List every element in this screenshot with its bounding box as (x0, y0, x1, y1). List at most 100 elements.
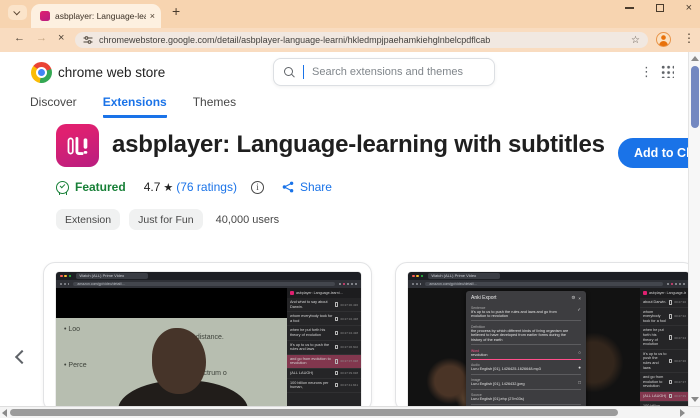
copy-icon (334, 302, 339, 307)
copy-icon (668, 300, 673, 305)
subtitle-row: (ALL LAUGH) 00:27:39 (640, 391, 689, 402)
window-controls: × (624, 3, 692, 14)
mini-screenshot-1: Watch (ALL) Prime Video amazon.com/gp/vi… (56, 272, 361, 411)
featured-badge: Featured (75, 180, 126, 194)
asbplayer-sidebar: asbplayer: Language-learni… And what to … (287, 288, 361, 411)
gear-icon: ⚙ (571, 295, 576, 300)
scroll-left-arrow[interactable] (2, 409, 7, 417)
stop-button[interactable]: × (58, 32, 64, 44)
store-title[interactable]: chrome web store (58, 65, 165, 80)
anki-field: Image Luru English [01], 1426432.jpeg □ (471, 377, 581, 390)
browser-toolbar: ← → × chromewebstore.google.com/detail/a… (0, 28, 700, 52)
extension-icon (56, 124, 99, 167)
copy-icon (334, 382, 339, 388)
tab-discover[interactable]: Discover (30, 95, 77, 118)
tab-extensions[interactable]: Extensions (102, 95, 167, 118)
asbplayer-mini-icon (290, 291, 294, 295)
mini-url: amazon.com/gp/video/detail/… (73, 281, 335, 287)
anki-export-dialog: Anki Export ⚙ × Sentence It's up to us t… (466, 291, 586, 411)
copy-icon (334, 370, 339, 376)
mini-url: amazon.com/gp/video/detail/… (425, 281, 663, 287)
asbplayer-sidebar: asbplayer: Language-learni… about Darwin… (640, 288, 689, 411)
tab-close-icon[interactable]: × (150, 11, 155, 21)
screenshot-card-2[interactable]: Watch (ALL) Prime Video amazon.com/gp/vi… (395, 262, 695, 412)
scroll-up-arrow[interactable] (691, 56, 699, 61)
minimize-button[interactable] (624, 7, 634, 9)
chip-just-for-fun[interactable]: Just for Fun (129, 209, 203, 230)
mac-window-dots (412, 274, 424, 278)
store-menu-icon[interactable]: ⋮ (640, 64, 653, 80)
subtitle-row: whom everybody took for a fool 00:27:32 (640, 308, 689, 327)
apps-grid-icon[interactable] (660, 64, 674, 78)
carousel-prev-icon[interactable] (14, 349, 30, 365)
copy-icon (334, 316, 339, 322)
mini-tab: Watch (ALL) Prime Video (76, 273, 149, 279)
screenshot-card-1[interactable]: Watch (ALL) Prime Video amazon.com/gp/vi… (43, 262, 372, 412)
forward-button[interactable]: → (36, 32, 47, 44)
copy-icon (668, 314, 673, 319)
chips-row: Extension Just for Fun 40,000 users (56, 209, 279, 230)
anki-field: Definition the process by which differen… (471, 323, 581, 346)
store-search[interactable] (273, 58, 495, 86)
chip-extension[interactable]: Extension (56, 209, 121, 230)
store-nav: Discover Extensions Themes (30, 95, 236, 118)
horizontal-scroll-thumb[interactable] (10, 409, 618, 416)
browser-window: asbplayer: Language-learning w × + × ← →… (0, 0, 700, 418)
copy-icon (334, 344, 339, 350)
tab-strip: asbplayer: Language-learning w × + × (0, 0, 700, 28)
close-window-button[interactable]: × (686, 3, 692, 14)
text-caret (303, 65, 304, 79)
page-title: asbplayer: Language-learning with subtit… (112, 131, 605, 158)
copy-icon (668, 335, 673, 340)
maximize-button[interactable] (655, 4, 664, 12)
copy-icon (668, 358, 673, 364)
featured-badge-icon (56, 180, 69, 195)
tab-themes[interactable]: Themes (193, 95, 236, 118)
anki-field: Sentence It's up to us to push the rules… (471, 304, 581, 322)
anki-fields: Sentence It's up to us to push the rules… (471, 304, 581, 405)
ratings-count-link[interactable]: (76 ratings) (176, 180, 237, 194)
asbplayer-favicon (40, 11, 50, 21)
subtitle-row: and go from evolution to revolution 00:27… (640, 373, 689, 392)
subtitle-row: whom everybody took for a fool 00:27:32.4… (287, 312, 361, 327)
video-frame: • Loo rom a distance. • Perce roader spe… (56, 288, 287, 411)
search-icon (284, 66, 295, 78)
subtitle-row: It's up to us to push the rules and laws… (640, 350, 689, 374)
browser-menu-icon[interactable]: ⋮ (683, 31, 695, 45)
close-icon: × (578, 295, 581, 301)
mini-tab: Watch (ALL) Prime Video (428, 273, 501, 279)
info-icon[interactable]: i (250, 180, 264, 194)
back-button[interactable]: ← (14, 32, 25, 44)
chrome-web-store-logo[interactable] (31, 62, 52, 83)
vertical-scrollbar[interactable] (688, 52, 700, 406)
profile-avatar[interactable] (656, 32, 671, 47)
subtitle-row: It's up to us to push the rules and laws… (287, 341, 361, 355)
new-tab-button[interactable]: + (172, 3, 180, 19)
scroll-down-arrow[interactable] (691, 397, 699, 402)
asbplayer-logo-glyph (67, 136, 87, 155)
anki-field: Word revolution ○ (471, 347, 581, 360)
bookmark-star-icon[interactable]: ☆ (631, 35, 640, 46)
letterbox-bar (56, 288, 287, 318)
vertical-scroll-thumb[interactable] (691, 66, 699, 128)
anki-field: Audio Luru English [01], 1426425-1626648… (471, 362, 581, 375)
users-count: 40,000 users (215, 213, 280, 226)
copy-icon (334, 330, 339, 336)
speaker-head (152, 328, 206, 394)
mini-screenshot-2: Watch (ALL) Prime Video amazon.com/gp/vi… (408, 272, 689, 411)
horizontal-scrollbar[interactable] (0, 406, 700, 418)
scroll-right-arrow[interactable] (680, 409, 685, 417)
anki-field: Source Luru English [01].ehp (27m03s) (471, 392, 581, 405)
asbplayer-mini-icon (643, 291, 647, 295)
tab-search-button[interactable] (8, 5, 27, 20)
share-icon[interactable] (282, 181, 294, 193)
subtitle-row: (ALL LAUGH) 00:27:39.938 (287, 369, 361, 379)
share-label[interactable]: Share (300, 180, 332, 194)
copy-icon (334, 359, 339, 364)
url-bar[interactable]: chromewebstore.google.com/detail/asbplay… (75, 32, 648, 48)
chevron-down-icon (13, 8, 21, 16)
browser-tab[interactable]: asbplayer: Language-learning w × (31, 4, 161, 28)
search-input[interactable] (312, 66, 484, 78)
subtitle-list: about Darwin. 00:27:30 whom everybody too… (640, 298, 689, 411)
meta-row: Featured 4.7 ★ (76 ratings) i Share (56, 180, 332, 195)
